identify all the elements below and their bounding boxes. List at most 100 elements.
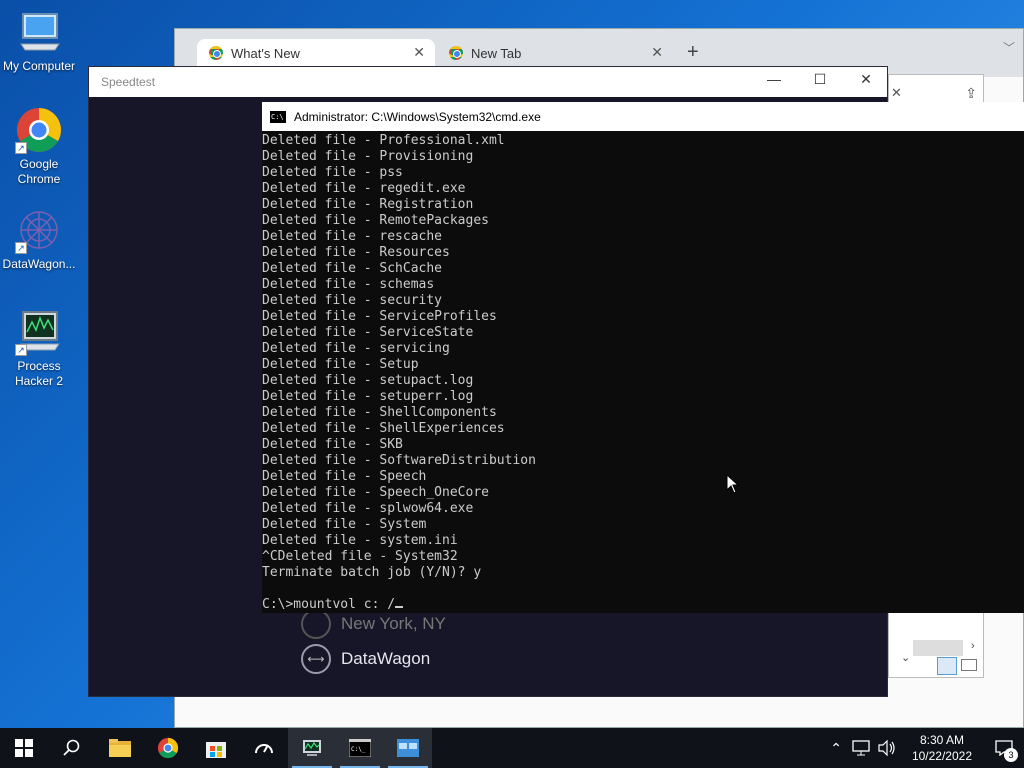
shortcut-arrow-icon: ↗ <box>15 242 27 254</box>
close-button[interactable]: ✕ <box>843 71 889 88</box>
chevron-right-icon[interactable]: › <box>971 640 975 652</box>
console-line: Deleted file - servicing <box>262 341 450 356</box>
chevron-down-icon[interactable]: ⌄ <box>901 651 910 664</box>
taskbar-process-hacker[interactable] <box>288 728 336 768</box>
network-icon[interactable] <box>852 740 870 756</box>
windows-logo-icon <box>15 739 33 757</box>
horizontal-scrollbar[interactable] <box>913 640 963 656</box>
taskbar-clock[interactable]: 8:30 AM 10/22/2022 <box>900 732 984 764</box>
taskbar-chrome[interactable] <box>144 728 192 768</box>
taskbar: C:\_ ⌃ 8:30 AM 10/22/2022 3 <box>0 728 1024 768</box>
minimize-button[interactable]: — <box>751 71 797 87</box>
location-icon <box>301 609 331 639</box>
console-line: Deleted file - system.ini <box>262 533 458 548</box>
console-line: Deleted file - security <box>262 293 443 308</box>
action-center-button[interactable]: 3 <box>984 728 1024 768</box>
store-icon <box>206 742 226 758</box>
desktop-icon-label: Process Hacker 2 <box>14 359 64 388</box>
preview-view-icon[interactable] <box>961 659 977 671</box>
desktop-icon-label: Google Chrome <box>17 157 61 186</box>
console-output[interactable]: Deleted file - Professional.xml Deleted f… <box>262 131 1024 613</box>
desktop-icon-label: My Computer <box>2 59 76 73</box>
chrome-favicon-icon <box>449 46 463 60</box>
app-window-icon <box>397 739 419 757</box>
volume-icon[interactable] <box>878 740 896 756</box>
console-line: Deleted file - Speech_OneCore <box>262 485 489 500</box>
taskbar-cmd[interactable]: C:\_ <box>336 728 384 768</box>
process-hacker-icon: ↗ <box>15 308 63 356</box>
console-line: Deleted file - pss <box>262 165 403 180</box>
clock-time: 8:30 AM <box>919 733 964 747</box>
console-line: Deleted file - Resources <box>262 245 450 260</box>
notification-badge: 3 <box>1004 748 1018 762</box>
console-line: Deleted file - schemas <box>262 277 435 292</box>
tab-new-tab[interactable]: New Tab ✕ <box>437 39 673 67</box>
desktop-icon-datawagon[interactable]: ↗ DataWagon... <box>0 206 78 272</box>
tab-whats-new[interactable]: What's New ✕ <box>197 39 435 67</box>
cmd-icon: C:\_ <box>349 739 371 757</box>
chrome-favicon-icon <box>209 46 223 60</box>
details-view-icon[interactable] <box>937 657 957 675</box>
console-line: Deleted file - SchCache <box>262 261 443 276</box>
shortcut-arrow-icon: ↗ <box>15 344 27 356</box>
taskbar-store[interactable] <box>192 728 240 768</box>
speedtest-titlebar: Speedtest — ☐ ✕ <box>89 67 887 97</box>
console-line: Deleted file - Speech <box>262 469 427 484</box>
system-tray: ⌃ 8:30 AM 10/22/2022 3 <box>824 728 1024 768</box>
maximize-button[interactable]: ☐ <box>797 71 843 88</box>
console-line: Deleted file - Registration <box>262 197 474 212</box>
share-icon[interactable]: ⇪ <box>965 85 977 102</box>
console-prompt-line[interactable]: C:\>mountvol c: / <box>262 597 1024 613</box>
close-icon[interactable]: ✕ <box>413 44 425 61</box>
console-line: Deleted file - SKB <box>262 437 403 452</box>
console-line: Deleted file - SoftwareDistribution <box>262 453 536 468</box>
taskbar-app[interactable] <box>384 728 432 768</box>
console-line: ^CDeleted file - System32 <box>262 549 458 564</box>
console-line: Deleted file - ServiceState <box>262 325 474 340</box>
taskbar-speedtest[interactable] <box>240 728 288 768</box>
mouse-pointer-icon <box>726 474 740 494</box>
svg-text:C:\_: C:\_ <box>351 746 366 753</box>
desktop-icon-label: DataWagon... <box>2 257 76 271</box>
location-label: New York, NY <box>341 614 446 633</box>
console-line: Deleted file - regedit.exe <box>262 181 466 196</box>
desktop-icon-process-hacker[interactable]: ↗ Process Hacker 2 <box>0 308 78 389</box>
cmd-icon: C:\ <box>270 110 286 123</box>
cmd-window[interactable]: C:\ Administrator: C:\Windows\System32\c… <box>262 102 1024 613</box>
chevron-up-icon[interactable]: ⌃ <box>824 740 848 757</box>
console-line: Deleted file - setupact.log <box>262 373 474 388</box>
console-line: Deleted file - splwow64.exe <box>262 501 474 516</box>
computer-icon <box>15 8 63 56</box>
console-line: Deleted file - System <box>262 517 427 532</box>
search-button[interactable] <box>48 728 96 768</box>
clock-date: 10/22/2022 <box>911 749 972 763</box>
process-hacker-icon <box>303 740 321 756</box>
desktop-icon-google-chrome[interactable]: ↗ Google Chrome <box>0 106 78 187</box>
start-button[interactable] <box>0 728 48 768</box>
close-icon[interactable]: ✕ <box>891 85 902 101</box>
speedometer-icon <box>255 744 273 754</box>
console-line: Deleted file - Professional.xml <box>262 133 505 148</box>
tab-label: New Tab <box>471 45 522 61</box>
text-cursor <box>395 606 404 608</box>
console-line: Terminate batch job (Y/N)? y <box>262 565 482 580</box>
taskbar-file-explorer[interactable] <box>96 728 144 768</box>
console-prompt: C:\>mountvol c: / <box>262 597 396 612</box>
console-line: Deleted file - ShellComponents <box>262 405 497 420</box>
server-location[interactable]: New York, NY <box>301 609 446 639</box>
datawagon-icon: ↗ <box>15 206 63 254</box>
cmd-titlebar: C:\ Administrator: C:\Windows\System32\c… <box>262 102 1024 131</box>
chrome-icon <box>157 737 179 759</box>
tab-label: What's New <box>231 45 300 61</box>
window-title: Speedtest <box>101 75 156 89</box>
host-icon: ⟷ <box>301 644 331 674</box>
console-line: Deleted file - rescache <box>262 229 443 244</box>
console-line: Deleted file - Setup <box>262 357 419 372</box>
server-host[interactable]: ⟷ DataWagon <box>301 644 430 674</box>
folder-icon <box>109 739 131 757</box>
close-icon[interactable]: ✕ <box>651 44 663 61</box>
chevron-down-icon[interactable]: ﹀ <box>1003 39 1015 56</box>
new-tab-button[interactable]: + <box>687 41 699 64</box>
desktop-icon-my-computer[interactable]: My Computer <box>0 8 78 74</box>
